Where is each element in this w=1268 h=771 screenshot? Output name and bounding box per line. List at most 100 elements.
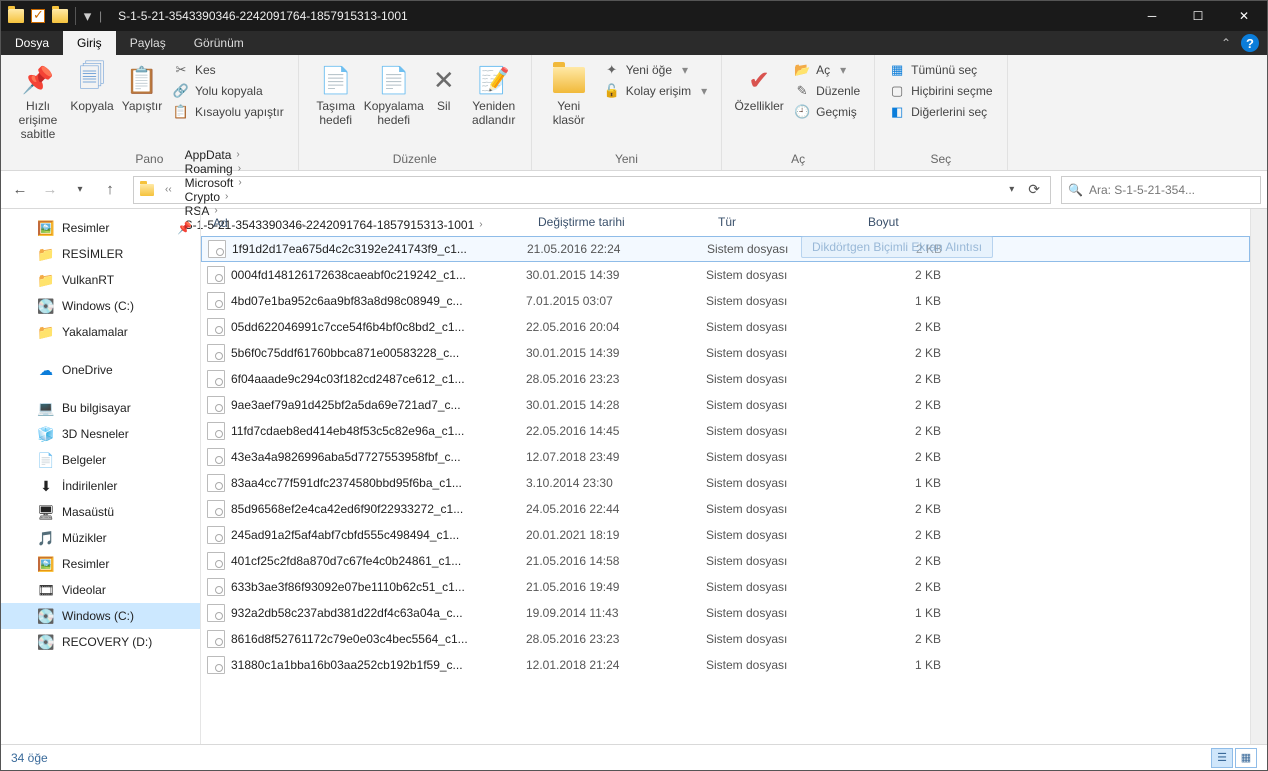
sidebar-item[interactable]: ☁OneDrive [1,357,200,383]
column-name[interactable]: Ad︿ [205,215,530,230]
move-to-button[interactable]: 📄Taşıma hedefi [307,59,365,132]
sidebar-item[interactable]: 🖼️Resimler📌 [1,215,200,241]
rename-button[interactable]: 📝Yeniden adlandır [465,59,523,132]
snip-overlay: Dikdörtgen Biçimli Ekran Alıntısı [801,236,993,258]
titlebar: ▾ | S-1-5-21-3543390346-2242091764-18579… [1,1,1267,31]
qa-dropdown-icon[interactable]: ▾ [75,7,93,25]
minimize-button[interactable]: ─ [1129,1,1175,31]
column-size[interactable]: Boyut [860,215,945,230]
view-details-button[interactable]: ☰ [1211,748,1233,768]
sidebar-item[interactable]: ⬇İndirilenler [1,473,200,499]
sidebar-item[interactable]: 💻Bu bilgisayar [1,395,200,421]
copy-to-button[interactable]: 📄Kopyalama hedefi [365,59,423,132]
file-row[interactable]: 05dd622046991c7cce54f6b4bf0c8bd2_c1...22… [201,314,1250,340]
delete-button[interactable]: ✕Sil [423,59,465,118]
file-size: 1 KB [856,658,941,672]
recent-dropdown[interactable]: ▾ [67,177,93,203]
file-row[interactable]: 401cf25c2fd8a870d7c67fe4c0b24861_c1...21… [201,548,1250,574]
sidebar-item[interactable]: 🖼️Resimler [1,551,200,577]
file-row[interactable]: 6f04aaade9c294c03f182cd2487ce612_c1...28… [201,366,1250,392]
nav-item-icon: 🧊 [37,426,55,442]
ribbon-collapse-icon[interactable]: ⌃ [1215,31,1237,55]
easy-access-button[interactable]: 🔓Kolay erişim▾ [602,82,709,100]
maximize-button[interactable]: ☐ [1175,1,1221,31]
tab-share[interactable]: Paylaş [116,31,180,55]
qa-check-icon[interactable] [29,7,47,25]
sidebar-item[interactable]: 📁RESİMLER [1,241,200,267]
file-row[interactable]: 932a2db58c237abd381d22df4c63a04a_c...19.… [201,600,1250,626]
column-date[interactable]: Değiştirme tarihi [530,215,710,230]
nav-item-icon: 🖼️ [37,220,55,236]
breadcrumb-prefix[interactable]: ‹‹ [156,184,181,195]
search-input[interactable]: 🔍 Ara: S-1-5-21-354... [1061,176,1261,204]
file-row[interactable]: 245ad91a2f5af4abf7cbfd555c498494_c1...20… [201,522,1250,548]
file-list[interactable]: Dikdörtgen Biçimli Ekran Alıntısı 1f91d2… [201,236,1250,744]
sidebar-item[interactable]: 🧊3D Nesneler [1,421,200,447]
sidebar-item[interactable]: 🎵Müzikler [1,525,200,551]
file-row[interactable]: 633b3ae3f86f93092e07be1110b62c51_c1...21… [201,574,1250,600]
file-name: 9ae3aef79a91d425bf2a5da69e721ad7_c... [231,398,526,412]
address-dropdown-icon[interactable]: ▾ [1009,184,1014,195]
file-row[interactable]: 8616d8f52761172c79e0e03c4bec5564_c1...28… [201,626,1250,652]
sidebar-item[interactable]: 🖥Masaüstü [1,499,200,525]
breadcrumb-segment[interactable]: Roaming› [181,162,492,176]
refresh-button[interactable]: ⟳ [1028,181,1040,198]
nav-item-label: Müzikler [62,531,107,545]
column-type[interactable]: Tür [710,215,860,230]
file-row[interactable]: 43e3a4a9826996aba5d7727553958fbf_c...12.… [201,444,1250,470]
navbar: ← → ▾ ↑ ‹‹ AppData›Roaming›Microsoft›Cry… [1,171,1267,209]
help-button[interactable]: ? [1241,34,1259,52]
copy-button[interactable]: 🗐Kopyala [67,59,117,118]
breadcrumb-segment[interactable]: AppData› [181,148,492,162]
open-icon: 📂 [794,62,810,78]
sidebar-item[interactable]: 📁Yakalamalar [1,319,200,345]
up-button[interactable]: ↑ [97,177,123,203]
sidebar-item[interactable]: 💽Windows (C:) [1,603,200,629]
tab-file[interactable]: Dosya [1,31,63,55]
file-row[interactable]: 85d96568ef2e4ca42ed6f90f22933272_c1...24… [201,496,1250,522]
new-folder-button[interactable]: Yeni klasör [540,59,598,132]
file-row[interactable]: 5b6f0c75ddf61760bbca871e00583228_c...30.… [201,340,1250,366]
pin-quickaccess-button[interactable]: 📌Hızlı erişime sabitle [9,59,67,145]
select-none-button[interactable]: ▢Hiçbirini seçme [887,82,994,100]
sidebar-item[interactable]: 💽Windows (C:) [1,293,200,319]
select-all-button[interactable]: ▦Tümünü seç [887,61,994,79]
properties-button[interactable]: ✔Özellikler [730,59,788,118]
paste-button[interactable]: 📋Yapıştır [117,59,167,118]
edit-button[interactable]: ✎Düzenle [792,82,862,100]
column-headers[interactable]: Ad︿ Değiştirme tarihi Tür Boyut [201,209,1250,236]
scrollbar[interactable] [1250,209,1267,744]
file-type: Sistem dosyası [706,658,856,672]
cut-button[interactable]: ✂Kes [171,61,286,79]
pin-icon: 📌 [177,221,192,235]
file-row[interactable]: 0004fd148126172638caeabf0c219242_c1...30… [201,262,1250,288]
breadcrumb-segment[interactable]: Crypto› [181,190,492,204]
shortcut-icon: 📋 [173,104,189,120]
copy-path-button[interactable]: 🔗Yolu kopyala [171,82,286,100]
file-row[interactable]: 31880c1a1bba16b03aa252cb192b1f59_c...12.… [201,652,1250,678]
navigation-pane[interactable]: 🖼️Resimler📌📁RESİMLER📁VulkanRT💽Windows (C… [1,209,201,744]
nav-item-label: Masaüstü [62,505,114,519]
paste-shortcut-button[interactable]: 📋Kısayolu yapıştır [171,103,286,121]
file-row[interactable]: 1f91d2d17ea675d4c2c3192e241743f9_c1...21… [201,236,1250,262]
sidebar-item[interactable]: 💽RECOVERY (D:) [1,629,200,655]
file-row[interactable]: 11fd7cdaeb8ed414eb48f53c5c82e96a_c1...22… [201,418,1250,444]
back-button[interactable]: ← [7,177,33,203]
invert-selection-button[interactable]: ◧Diğerlerini seç [887,103,994,121]
address-bar[interactable]: ‹‹ AppData›Roaming›Microsoft›Crypto›RSA›… [133,176,1051,204]
file-row[interactable]: 83aa4cc77f591dfc2374580bbd95f6ba_c1...3.… [201,470,1250,496]
file-row[interactable]: 4bd07e1ba952c6aa9bf83a8d98c08949_c...7.0… [201,288,1250,314]
sidebar-item[interactable]: 📄Belgeler [1,447,200,473]
file-row[interactable]: 9ae3aef79a91d425bf2a5da69e721ad7_c...30.… [201,392,1250,418]
new-item-button[interactable]: ✦Yeni öğe▾ [602,61,709,79]
sidebar-item[interactable]: 📁VulkanRT [1,267,200,293]
close-button[interactable]: ✕ [1221,1,1267,31]
tab-home[interactable]: Giriş [63,31,116,55]
tab-view[interactable]: Görünüm [180,31,258,55]
history-button[interactable]: 🕘Geçmiş [792,103,862,121]
open-button[interactable]: 📂Aç▾ [792,61,862,79]
forward-button[interactable]: → [37,177,63,203]
breadcrumb-segment[interactable]: Microsoft› [181,176,492,190]
sidebar-item[interactable]: 🎞Videolar [1,577,200,603]
view-icons-button[interactable]: ▦ [1235,748,1257,768]
